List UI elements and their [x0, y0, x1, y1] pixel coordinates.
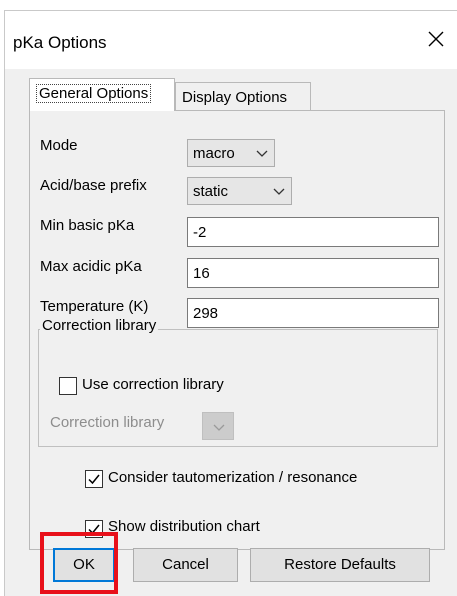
restore-defaults-button[interactable]: Restore Defaults — [250, 548, 430, 582]
mode-value: macro — [193, 145, 235, 162]
mode-select[interactable]: macro — [187, 139, 275, 167]
consider-tautomerization-checkbox[interactable] — [85, 470, 103, 488]
show-distribution-chart-label: Show distribution chart — [108, 518, 260, 535]
correction-library-select[interactable] — [202, 412, 234, 440]
show-distribution-chart-checkbox[interactable] — [85, 520, 103, 538]
tab-display-options[interactable]: Display Options — [175, 82, 311, 111]
pka-options-dialog: pKa Options General Options Display Opti… — [4, 10, 457, 596]
cancel-button[interactable]: Cancel — [133, 548, 238, 582]
mode-label: Mode — [40, 137, 78, 154]
correction-library-label: Correction library — [50, 414, 165, 431]
ok-button[interactable]: OK — [53, 548, 115, 582]
min-basic-pka-input[interactable]: -2 — [187, 217, 439, 247]
tab-label: Display Options — [182, 89, 288, 106]
tab-general-options[interactable]: General Options — [29, 78, 175, 111]
prefix-value: static — [193, 183, 229, 200]
general-options-panel: Mode macro Acid/base prefix static Min b… — [29, 110, 445, 550]
acid-base-prefix-select[interactable]: static — [187, 177, 292, 205]
chevron-down-icon — [256, 140, 268, 178]
acid-base-prefix-label: Acid/base prefix — [40, 177, 147, 194]
temperature-label: Temperature (K) — [40, 298, 149, 315]
chevron-down-icon — [273, 178, 285, 216]
consider-tautomerization-label: Consider tautomerization / resonance — [108, 469, 358, 486]
tab-label: General Options — [36, 84, 152, 103]
chevron-down-icon — [213, 413, 225, 451]
max-acidic-pka-label: Max acidic pKa — [40, 258, 142, 275]
temperature-input[interactable]: 298 — [187, 298, 439, 328]
correction-library-group-title: Correction library — [40, 317, 159, 334]
max-acidic-pka-input[interactable]: 16 — [187, 258, 439, 288]
title-bar: pKa Options — [5, 11, 457, 69]
close-button[interactable] — [414, 23, 457, 59]
use-correction-library-label: Use correction library — [82, 376, 224, 393]
close-icon — [428, 31, 444, 51]
min-basic-pka-label: Min basic pKa — [40, 217, 135, 234]
window-title: pKa Options — [13, 33, 107, 52]
use-correction-library-checkbox[interactable] — [59, 377, 77, 395]
